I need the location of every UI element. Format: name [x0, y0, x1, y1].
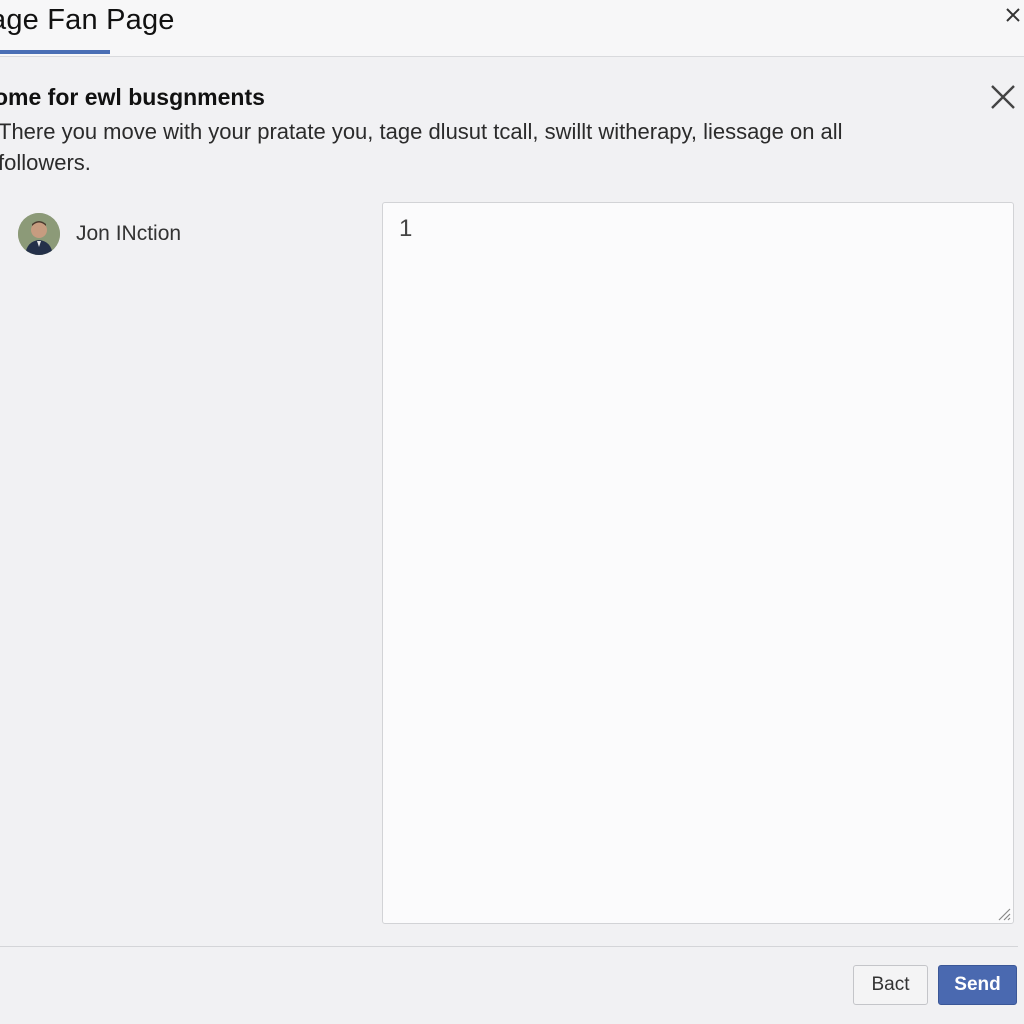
back-button[interactable]: Bact: [853, 965, 928, 1005]
recipient: Jon INction: [18, 213, 181, 255]
page-title: age Fan Page: [0, 4, 175, 36]
avatar: [18, 213, 60, 255]
close-icon[interactable]: [1002, 4, 1024, 26]
recipient-name: Jon INction: [76, 222, 182, 245]
message-textarea[interactable]: 1: [382, 202, 1014, 924]
active-tab-underline: [0, 50, 110, 54]
dialog-page: age Fan Page ome for ewl busgnments Ther…: [0, 0, 1024, 1024]
message-text[interactable]: 1: [399, 215, 412, 243]
close-icon[interactable]: [988, 82, 1018, 112]
send-button[interactable]: Send: [938, 965, 1017, 1005]
resize-grip-icon[interactable]: [995, 905, 1011, 921]
footer-divider: [0, 946, 1018, 947]
dialog-description: There you move with your pratate you, ta…: [0, 119, 843, 175]
dialog-title: ome for ewl busgnments: [0, 84, 265, 110]
top-header: age Fan Page: [0, 0, 1024, 57]
